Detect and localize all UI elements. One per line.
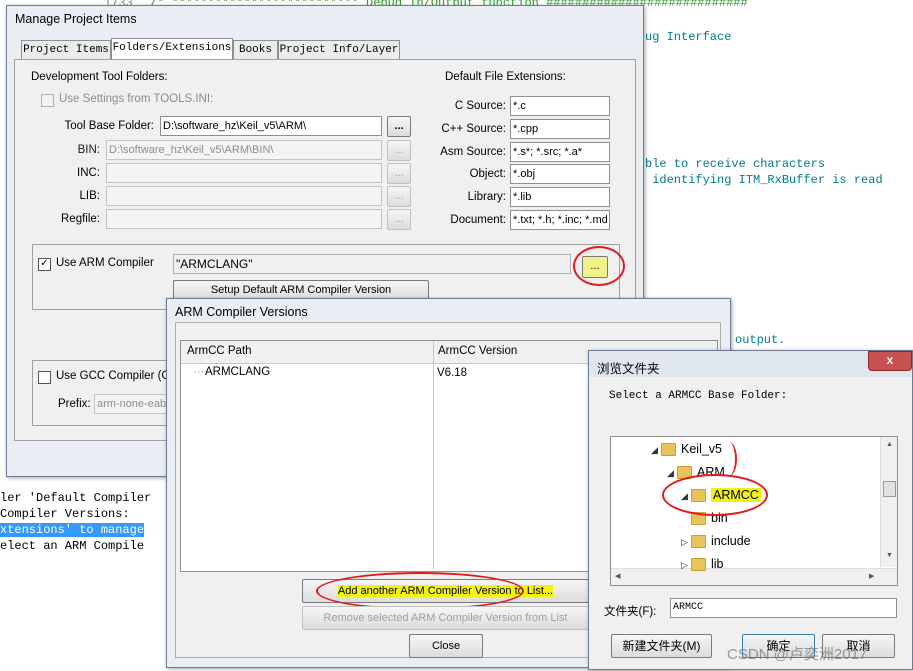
folder-icon xyxy=(691,558,706,572)
horizontal-scrollbar[interactable]: ◀ ▶ xyxy=(611,568,897,585)
prefix-field[interactable]: arm-none-eabi xyxy=(94,394,168,414)
scroll-up-icon[interactable]: ▲ xyxy=(886,441,893,448)
annotation-mark xyxy=(721,442,737,476)
annotation-circle xyxy=(662,474,768,516)
row-path: ARMCLANG xyxy=(205,366,271,378)
bin-browse-button[interactable]: ... xyxy=(387,140,411,161)
inc-label: INC: xyxy=(77,167,100,179)
column-header-path-label: ArmCC Path xyxy=(187,345,252,357)
expanded-arrow-icon[interactable]: ◢ xyxy=(667,468,677,479)
vertical-scrollbar[interactable]: ▲ ▼ xyxy=(880,437,897,567)
bin-field[interactable]: D:\software_hz\Keil_v5\ARM\BIN\ xyxy=(106,140,382,160)
scroll-right-icon[interactable]: ▶ xyxy=(869,572,874,580)
code-line: ler 'Default Compiler xyxy=(0,491,152,505)
use-gcc-compiler-checkbox[interactable] xyxy=(38,371,51,384)
folder-field[interactable]: ARMCC xyxy=(670,598,897,618)
default-ext-label: Default File Extensions: xyxy=(445,71,566,83)
code-line: identifying ITM_RxBuffer is read xyxy=(645,173,883,187)
lib-field[interactable] xyxy=(106,186,382,206)
use-settings-label: Use Settings from TOOLS.INI: xyxy=(59,93,214,105)
close-icon[interactable]: x xyxy=(868,351,912,371)
code-line: Compiler Versions: xyxy=(0,507,130,521)
c-source-field[interactable]: *.c xyxy=(510,96,610,116)
tree-item-label: include xyxy=(711,534,751,548)
row-version: V6.18 xyxy=(437,367,468,379)
annotation-circle xyxy=(316,572,524,610)
lib-browse-button[interactable]: ... xyxy=(387,186,411,207)
code-line: output. xyxy=(735,333,786,347)
dialog-title: ARM Compiler Versions xyxy=(175,305,308,319)
code-line: ble to receive characters xyxy=(645,157,826,171)
tree-item-lib[interactable]: ▷ lib xyxy=(681,557,724,572)
lib-label: LIB: xyxy=(79,190,100,202)
tree-item-label: Keil_v5 xyxy=(681,442,722,456)
asm-source-field[interactable]: *.s*; *.src; *.a* xyxy=(510,142,610,162)
dialog-title: 浏览文件夹 xyxy=(597,362,660,376)
tab-folders-extensions[interactable]: Folders/Extensions xyxy=(111,38,233,60)
document-field[interactable]: *.txt; *.h; *.inc; *.md xyxy=(510,210,610,230)
tree-item-label: lib xyxy=(711,557,724,571)
tab-project-info-layer[interactable]: Project Info/Layer xyxy=(278,40,400,59)
bin-label: BIN: xyxy=(77,144,100,156)
tab-project-items[interactable]: Project Items xyxy=(21,40,111,59)
collapsed-arrow-icon[interactable]: ▷ xyxy=(681,537,691,548)
dev-tool-folders-label: Development Tool Folders: xyxy=(31,71,168,83)
use-arm-compiler-label: Use ARM Compiler xyxy=(56,257,154,269)
column-header-version-label: ArmCC Version xyxy=(438,345,518,357)
selected-code-line: xtensions' to manage xyxy=(0,523,145,537)
prompt-text: Select a ARMCC Base Folder: xyxy=(609,390,788,402)
folder-icon xyxy=(661,443,676,457)
annotation-circle xyxy=(573,246,625,286)
tool-base-label: Tool Base Folder: xyxy=(64,120,155,132)
dialog-title: Manage Project Items xyxy=(15,12,137,26)
watermark: CSDN @卢奕洲2017 xyxy=(727,646,868,663)
object-label: Object: xyxy=(469,168,506,180)
cpp-source-field[interactable]: *.cpp xyxy=(510,119,610,139)
use-arm-compiler-checkbox[interactable]: ✓ xyxy=(38,258,51,271)
tool-base-field[interactable]: D:\software_hz\Keil_v5\ARM\ xyxy=(160,116,382,136)
tree-item-keil[interactable]: ◢ Keil_v5 xyxy=(651,442,722,457)
folder-icon xyxy=(691,535,706,549)
column-divider xyxy=(433,363,434,569)
code-line: elect an ARM Compile xyxy=(0,539,145,553)
library-label: Library: xyxy=(467,191,506,203)
regfile-field[interactable] xyxy=(106,209,382,229)
scroll-thumb[interactable] xyxy=(883,481,896,497)
regfile-browse-button[interactable]: ... xyxy=(387,209,411,230)
scroll-down-icon[interactable]: ▼ xyxy=(886,552,893,559)
use-settings-checkbox[interactable] xyxy=(41,94,54,107)
tool-base-browse-button[interactable]: ... xyxy=(387,116,411,137)
inc-browse-button[interactable]: ... xyxy=(387,163,411,184)
remove-compiler-button[interactable]: Remove selected ARM Compiler Version fro… xyxy=(302,606,589,630)
setup-default-button[interactable]: Setup Default ARM Compiler Version xyxy=(173,280,429,300)
asm-source-label: Asm Source: xyxy=(440,146,506,158)
arm-compiler-field[interactable]: "ARMCLANG" xyxy=(173,254,571,274)
collapsed-arrow-icon[interactable]: ▷ xyxy=(681,560,691,571)
folder-tree[interactable]: ▲ ▼ ◀ ▶ ◢ Keil_v5 ◢ ARM ◢ ARMCC bin ▷ includ… xyxy=(610,436,898,586)
object-field[interactable]: *.obj xyxy=(510,164,610,184)
folder-label: 文件夹(F): xyxy=(604,606,657,618)
tab-books[interactable]: Books xyxy=(233,40,278,59)
close-button[interactable]: Close xyxy=(409,634,483,658)
c-source-label: C Source: xyxy=(454,100,506,112)
library-field[interactable]: *.lib xyxy=(510,187,610,207)
document-label: Document: xyxy=(450,214,506,226)
cpp-source-label: C++ Source: xyxy=(441,123,506,135)
code-line: ug Interface xyxy=(645,30,732,44)
scroll-left-icon[interactable]: ◀ xyxy=(615,572,620,580)
tree-item-include[interactable]: ▷ include xyxy=(681,534,751,549)
regfile-label: Regfile: xyxy=(61,213,100,225)
inc-field[interactable] xyxy=(106,163,382,183)
prefix-label: Prefix: xyxy=(58,398,91,410)
use-gcc-compiler-label: Use GCC Compiler (GN xyxy=(56,370,179,382)
expanded-arrow-icon[interactable]: ◢ xyxy=(651,445,661,456)
column-header-path[interactable]: ArmCC Path xyxy=(181,341,434,364)
new-folder-button[interactable]: 新建文件夹(M) xyxy=(611,634,712,658)
